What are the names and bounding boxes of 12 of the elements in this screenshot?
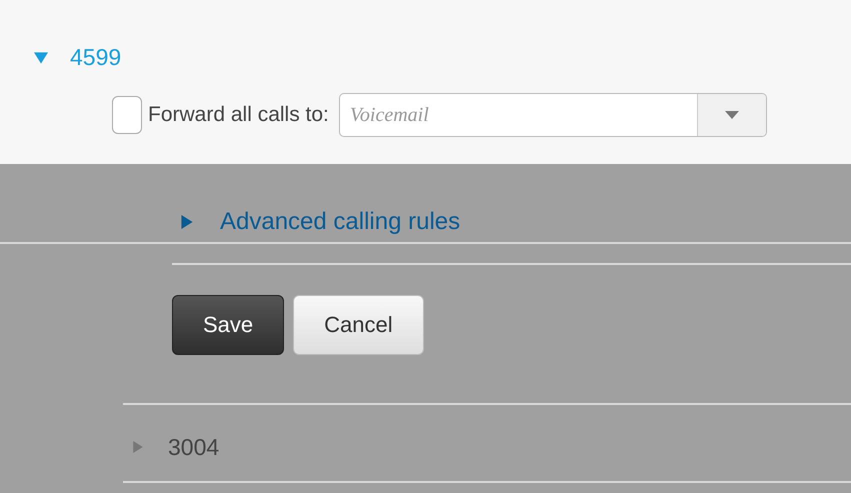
expand-icon[interactable]	[180, 215, 194, 229]
forward-dropdown[interactable]: Voicemail	[338, 93, 767, 137]
advanced-rules-link[interactable]: Advanced calling rules	[220, 208, 460, 236]
checkbox[interactable]	[112, 96, 142, 134]
extension-number[interactable]: 3004	[168, 434, 220, 460]
caret-icon	[724, 111, 739, 119]
extension-number[interactable]: 4599	[70, 44, 122, 71]
forward-label: Forward all calls to:	[148, 103, 329, 127]
collapse-icon[interactable]	[34, 50, 48, 64]
cancel-button[interactable]: Cancel	[293, 295, 424, 355]
expand-icon[interactable]	[132, 441, 144, 453]
save-button[interactable]: Save	[172, 295, 284, 355]
